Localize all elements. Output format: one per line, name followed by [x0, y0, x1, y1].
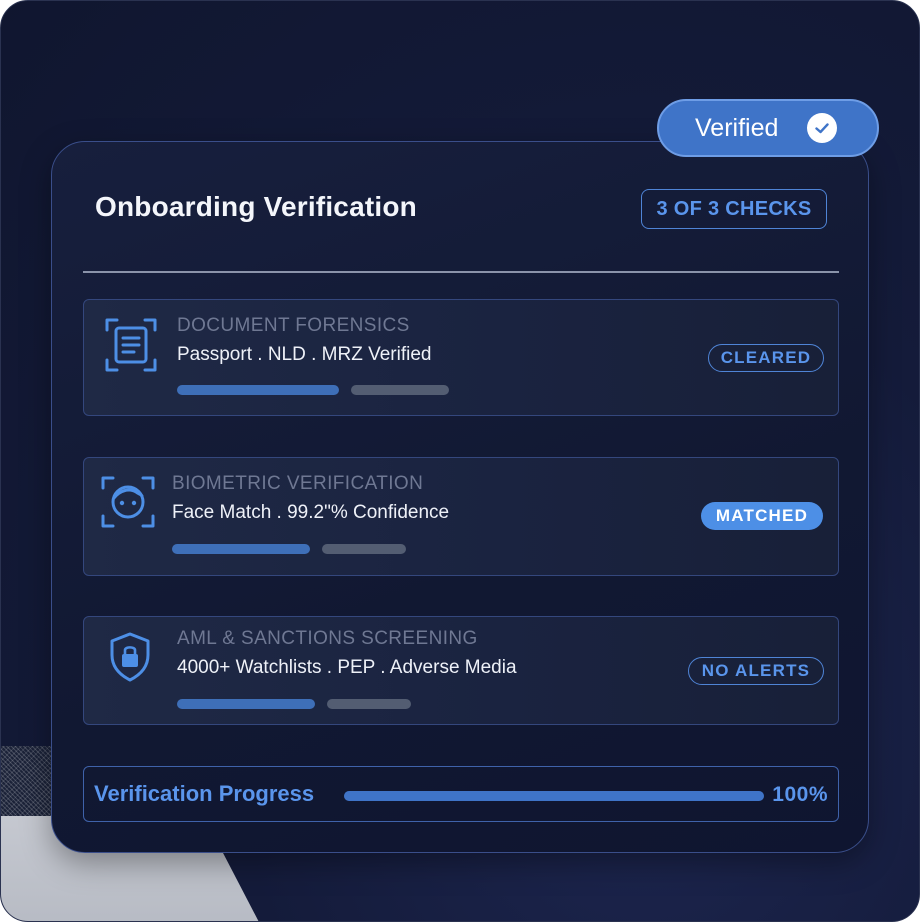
app-frame: Verified Onboarding Verification 3 OF 3 …: [0, 0, 920, 922]
check-circle-icon: [807, 113, 837, 143]
verified-badge-label: Verified: [695, 113, 779, 142]
checks-count-badge: 3 OF 3 CHECKS: [641, 189, 827, 229]
status-badge: CLEARED: [708, 344, 824, 372]
check-label: AML & SANCTIONS SCREENING: [177, 628, 478, 649]
check-bar-secondary: [327, 699, 411, 709]
check-detail: Passport . NLD . MRZ Verified: [177, 344, 432, 365]
status-badge: NO ALERTS: [688, 657, 824, 685]
check-bar-primary: [177, 385, 339, 395]
check-bar-secondary: [322, 544, 406, 554]
progress-track: [344, 791, 764, 801]
progress-label: Verification Progress: [94, 781, 315, 806]
progress-percent: 100%: [772, 783, 828, 806]
check-bar-secondary: [351, 385, 449, 395]
check-row-biometric[interactable]: BIOMETRIC VERIFICATION Face Match . 99.2…: [83, 457, 839, 576]
header-divider: [83, 271, 839, 273]
check-label: BIOMETRIC VERIFICATION: [172, 473, 424, 494]
check-detail: 4000+ Watchlists . PEP . Adverse Media: [177, 657, 517, 678]
check-bar-primary: [172, 544, 310, 554]
check-row-aml-sanctions[interactable]: AML & SANCTIONS SCREENING 4000+ Watchlis…: [83, 616, 839, 725]
verification-progress: Verification Progress 100%: [83, 766, 839, 822]
check-detail: Face Match . 99.2"% Confidence: [172, 502, 450, 523]
verified-badge[interactable]: Verified: [657, 99, 879, 157]
shield-lock-icon: [108, 631, 152, 688]
page-title: Onboarding Verification: [95, 191, 417, 222]
progress-fill: [344, 791, 764, 801]
check-label: DOCUMENT FORENSICS: [177, 315, 410, 336]
check-bar-primary: [177, 699, 315, 709]
status-badge: MATCHED: [701, 502, 823, 530]
face-scan-icon: [100, 474, 156, 535]
document-scan-icon: [104, 316, 158, 379]
check-row-document-forensics[interactable]: DOCUMENT FORENSICS Passport . NLD . MRZ …: [83, 299, 839, 416]
